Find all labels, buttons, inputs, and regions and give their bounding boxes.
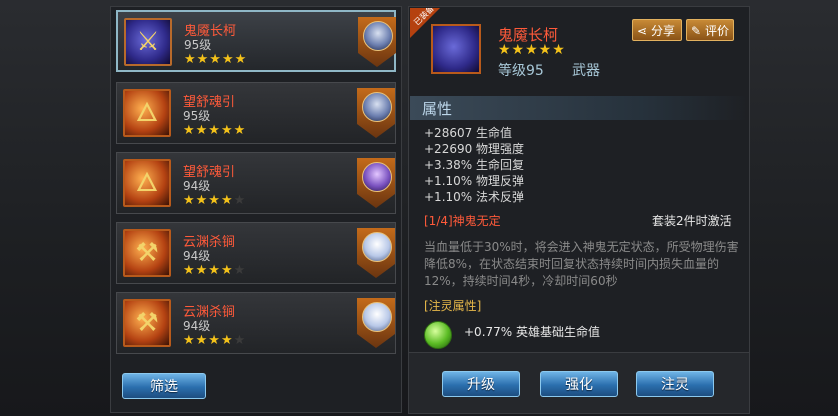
detail-type: 武器: [572, 63, 600, 79]
hero-badge[interactable]: [357, 228, 395, 278]
equipment-list-item[interactable]: 🜂 望舒魂引 94级 ★★★★★: [116, 152, 396, 214]
mace-icon: ⚒: [123, 229, 171, 277]
artifact-icon: 🜂: [123, 89, 171, 137]
equipment-list-item[interactable]: ⚒ 云渊杀锏 94级 ★★★★★: [116, 222, 396, 284]
attribute-line: +3.38% 生命回复: [424, 158, 524, 172]
attribute-line: +1.10% 法术反弹: [424, 190, 524, 204]
mace-icon: ⚒: [123, 299, 171, 347]
set-description: 当血量低于30%时，将会进入神鬼无定状态，所受物理伤害降低8%，在状态结束时回复…: [424, 240, 739, 288]
hero-badge[interactable]: [357, 158, 395, 208]
enhance-button[interactable]: 强化: [540, 371, 618, 397]
inject-title: [注灵属性]: [424, 299, 482, 313]
inject-button[interactable]: 注灵: [636, 371, 714, 397]
hero-badge[interactable]: [357, 88, 395, 138]
artifact-icon: 🜂: [123, 159, 171, 207]
star-rating: ★★★★★: [183, 333, 247, 348]
share-icon: ⋖: [637, 24, 648, 38]
inject-value: +0.77% 英雄基础生命值: [464, 325, 600, 339]
set-condition: 套装2件时激活: [652, 214, 732, 228]
gem-icon: [424, 321, 452, 349]
rate-button[interactable]: ✎ 评价: [686, 19, 734, 41]
equipment-list-item[interactable]: 🜂 望舒魂引 95级 ★★★★★: [116, 82, 396, 144]
item-level: 95级: [183, 109, 211, 123]
hero-avatar: [362, 92, 392, 122]
item-level: 94级: [183, 319, 211, 333]
detail-level: 等级95: [498, 63, 544, 79]
star-rating: ★★★★★: [183, 123, 247, 138]
hero-badge[interactable]: [357, 298, 395, 348]
hero-badge[interactable]: [358, 17, 396, 67]
attributes-header: 属性: [410, 96, 748, 120]
star-rating: ★★★★★: [184, 52, 248, 67]
edit-icon: ✎: [691, 24, 702, 38]
equipment-list-item[interactable]: ⚔ 鬼魇长柯 95级 ★★★★★: [116, 10, 396, 72]
item-level: 94级: [183, 179, 211, 193]
equipment-list-item[interactable]: ⚒ 云渊杀锏 94级 ★★★★★: [116, 292, 396, 354]
halberd-icon: [431, 24, 481, 74]
hero-avatar: [362, 302, 392, 332]
hero-avatar: [362, 162, 392, 192]
filter-button[interactable]: 筛选: [122, 373, 206, 399]
star-rating: ★★★★★: [183, 263, 247, 278]
star-rating: ★★★★★: [183, 193, 247, 208]
share-button[interactable]: ⋖ 分享: [632, 19, 682, 41]
upgrade-button[interactable]: 升级: [442, 371, 520, 397]
halberd-icon: ⚔: [124, 18, 172, 66]
set-title: [1/4]神鬼无定: [424, 214, 501, 228]
attribute-line: +28607 生命值: [424, 126, 513, 140]
attribute-line: +22690 物理强度: [424, 142, 525, 156]
item-level: 94级: [183, 249, 211, 263]
hero-avatar: [363, 21, 393, 51]
detail-star-rating: ★★★★★: [498, 42, 566, 58]
attribute-line: +1.10% 物理反弹: [424, 174, 524, 188]
item-level: 95级: [184, 38, 212, 52]
hero-avatar: [362, 232, 392, 262]
